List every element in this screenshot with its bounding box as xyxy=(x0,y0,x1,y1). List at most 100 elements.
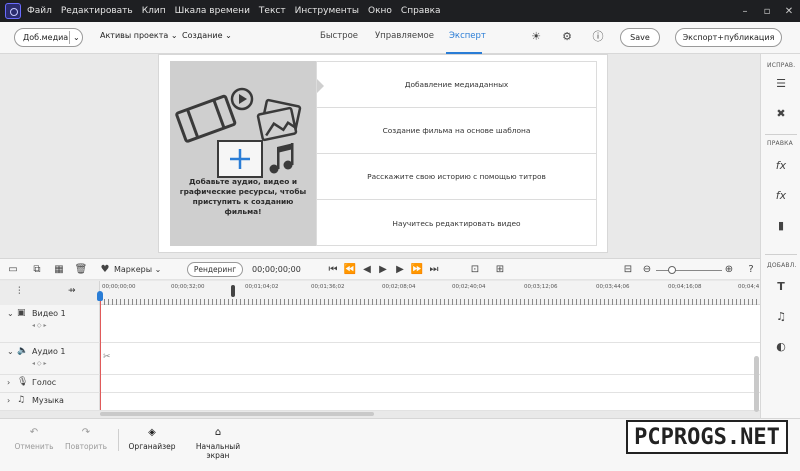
ruler-label: 00;00;32;00 xyxy=(171,284,205,290)
project-assets-dropdown[interactable]: Активы проекта ⌄ xyxy=(100,31,178,40)
keyframe-nav[interactable]: ◂ ◇ ▸ xyxy=(32,322,46,329)
audio-mixer-icon[interactable]: ⊞ xyxy=(493,263,507,277)
chevron-right-icon[interactable]: › xyxy=(7,396,10,405)
adjust-sliders-icon[interactable]: ☰ xyxy=(773,76,789,92)
redo-button[interactable]: ↷ Повторить xyxy=(64,427,108,451)
chevron-down-icon[interactable]: ⌄ xyxy=(7,309,14,318)
applied-effects-icon[interactable]: fx xyxy=(773,188,789,204)
welcome-text: Добавьте аудио, видео и графические ресу… xyxy=(179,177,307,216)
track-video-1[interactable]: ⌄ ▣ Видео 1 ◂ ◇ ▸ xyxy=(0,305,760,343)
smart-fix-icon[interactable]: ⊡ xyxy=(468,263,482,277)
export-publish-button[interactable]: Экспорт+публикация xyxy=(675,28,782,47)
fit-timeline-icon[interactable]: ⊟ xyxy=(621,263,635,277)
track-name: Видео 1 xyxy=(32,309,66,318)
tools-icon[interactable]: ✖ xyxy=(773,106,789,122)
zoom-slider-handle[interactable] xyxy=(668,266,676,274)
option-titles-story[interactable]: Расскажите свою историю с помощью титров xyxy=(317,154,596,200)
brightness-icon[interactable]: ☀ xyxy=(529,30,543,44)
markers-dropdown[interactable]: Маркеры ⌄ xyxy=(114,265,161,274)
option-template-movie[interactable]: Создание фильма на основе шаблона xyxy=(317,108,596,154)
render-label: Рендеринг xyxy=(193,265,237,274)
undo-button[interactable]: ↶ Отменить xyxy=(14,427,54,451)
titles-icon[interactable]: T xyxy=(773,279,789,295)
info-icon[interactable]: ⓘ xyxy=(591,30,605,44)
minimize-icon[interactable]: – xyxy=(734,0,756,22)
effects-fx-icon[interactable]: fx xyxy=(773,158,789,174)
track-voice[interactable]: › 🎙 Голос xyxy=(0,375,760,393)
redo-icon: ↷ xyxy=(81,427,91,438)
render-button[interactable]: Рендеринг xyxy=(187,262,243,277)
chevron-down-icon[interactable]: ⌄ xyxy=(7,347,14,356)
restore-icon[interactable]: ▫ xyxy=(756,0,778,22)
step-forward-icon[interactable]: ⏩ xyxy=(410,263,424,277)
expand-tracks-icon[interactable]: ⇸ xyxy=(68,286,76,296)
graphics-icon[interactable]: ◐ xyxy=(773,339,789,355)
vertical-scrollbar[interactable] xyxy=(754,356,759,412)
undo-label: Отменить xyxy=(14,442,54,451)
track-name: Голос xyxy=(32,378,57,387)
home-label: Начальный экран xyxy=(195,442,241,460)
playhead-handle[interactable] xyxy=(97,291,103,301)
add-media-button[interactable]: Доб.медиа ⌄ xyxy=(14,28,83,47)
step-back-icon[interactable]: ⏪ xyxy=(343,263,357,277)
menu-timeline[interactable]: Шкала времени xyxy=(175,6,250,16)
help-icon[interactable]: ? xyxy=(744,263,758,277)
trash-icon[interactable]: 🗑 xyxy=(74,263,88,277)
menu-tools[interactable]: Инструменты xyxy=(295,6,359,16)
tab-guided[interactable]: Управляемое xyxy=(375,31,434,41)
zoom-slider-track[interactable] xyxy=(656,270,722,271)
snapshot-icon[interactable]: ⧉ xyxy=(30,263,44,277)
track-options-icon[interactable]: ⫶ xyxy=(18,286,21,297)
close-icon[interactable]: ✕ xyxy=(778,0,800,22)
create-dropdown[interactable]: Создание ⌄ xyxy=(182,31,232,40)
menu-help[interactable]: Справка xyxy=(401,6,441,16)
add-section-label: ДОБАВЛ. xyxy=(767,262,797,269)
ruler-label: 00;04;16;08 xyxy=(668,284,702,290)
tab-quick[interactable]: Быстрое xyxy=(320,31,358,41)
keyframe-nav[interactable]: ◂ ◇ ▸ xyxy=(32,360,46,367)
monitor-panel: Добавьте аудио, видео и графические ресу… xyxy=(158,54,608,253)
chevron-right-icon[interactable]: › xyxy=(7,378,10,387)
filmstrip-icon[interactable]: ▦ xyxy=(52,263,66,277)
play-icon[interactable]: ▶ xyxy=(376,263,390,277)
frame-forward-icon[interactable]: ▶ xyxy=(393,263,407,277)
ruler-label: 00;04;4 xyxy=(738,284,760,290)
gear-icon[interactable]: ⚙ xyxy=(560,30,574,44)
timecode-display: 00;00;00;00 xyxy=(252,265,301,274)
save-button[interactable]: Save xyxy=(620,28,660,47)
ruler-label: 00;03;44;06 xyxy=(596,284,630,290)
music-icon[interactable]: ♫ xyxy=(773,309,789,325)
menu-file[interactable]: Файл xyxy=(27,6,52,16)
go-to-start-icon[interactable]: ⏮ xyxy=(326,263,340,277)
tab-expert[interactable]: Эксперт xyxy=(449,31,486,41)
main-toolbar: Доб.медиа ⌄ Активы проекта ⌄ Создание ⌄ … xyxy=(0,22,800,54)
start-options-list: Добавление медиаданных Создание фильма н… xyxy=(316,61,597,246)
go-to-end-icon[interactable]: ⏭ xyxy=(427,263,441,277)
option-learn-editing[interactable]: Научитесь редактировать видео xyxy=(317,200,596,246)
track-header: ⌄ 🔈 Аудио 1 ◂ ◇ ▸ xyxy=(0,343,100,374)
zoom-in-icon[interactable]: ⊕ xyxy=(722,263,736,277)
menu-edit[interactable]: Редактировать xyxy=(61,6,133,16)
menu-text[interactable]: Текст xyxy=(259,6,286,16)
marker-icon[interactable]: ♥ xyxy=(98,263,112,277)
transitions-icon[interactable]: ▮ xyxy=(773,218,789,234)
frame-back-icon[interactable]: ◀ xyxy=(360,263,374,277)
track-name: Музыка xyxy=(32,396,64,405)
media-bin-icon[interactable]: ▭ xyxy=(6,263,20,277)
menu-clip[interactable]: Клип xyxy=(142,6,166,16)
chevron-down-icon: ⌄ xyxy=(69,31,80,44)
work-area-marker[interactable] xyxy=(231,285,235,297)
track-audio-1[interactable]: ⌄ 🔈 Аудио 1 ◂ ◇ ▸ xyxy=(0,343,760,375)
horizontal-scrollbar[interactable] xyxy=(100,412,374,416)
ruler-label: 00;01;36;02 xyxy=(311,284,345,290)
menu-window[interactable]: Окно xyxy=(368,6,392,16)
track-music[interactable]: › ♫ Музыка xyxy=(0,393,760,411)
timeline-ruler[interactable]: ⫶ ⇸ 00;00;00;00 00;00;32;00 00;01;04;02 … xyxy=(0,281,760,305)
home-screen-button[interactable]: ⌂ Начальный экран xyxy=(184,427,252,460)
organizer-button[interactable]: ◈ Органайзер xyxy=(128,427,176,451)
option-add-media[interactable]: Добавление медиаданных xyxy=(317,62,596,108)
speaker-icon: 🔈 xyxy=(17,346,29,356)
ruler-label: 00;01;04;02 xyxy=(245,284,279,290)
divider xyxy=(765,254,797,255)
zoom-out-icon[interactable]: ⊖ xyxy=(640,263,654,277)
